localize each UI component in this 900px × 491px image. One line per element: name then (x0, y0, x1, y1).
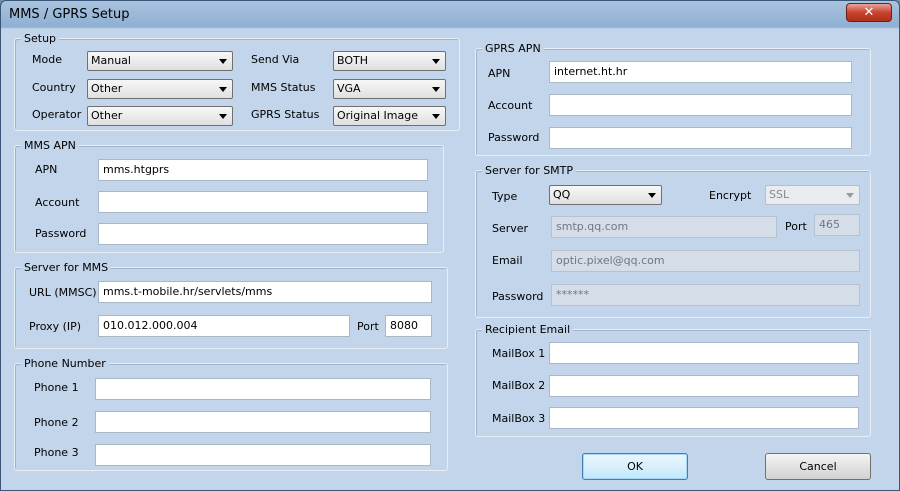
setup-group: Setup Mode Manual Country Other Operator… (14, 32, 460, 131)
encrypt-select-value: SSL (769, 188, 790, 201)
dialog-client-area: Setup Mode Manual Country Other Operator… (8, 29, 892, 485)
mms-gprs-setup-window: MMS / GPRS Setup ✕ Setup Mode Manual Cou… (0, 0, 900, 491)
chevron-down-icon (219, 114, 227, 119)
mms-status-label: MMS Status (251, 81, 316, 94)
server-smtp-legend: Server for SMTP (482, 164, 577, 177)
chevron-down-icon (219, 87, 227, 92)
smtp-type-select[interactable]: QQ (549, 185, 662, 205)
mailbox1-label: MailBox 1 (492, 347, 546, 360)
proxy-ip-input[interactable]: 010.012.000.004 (98, 315, 350, 337)
gprs-password-label: Password (488, 131, 540, 144)
gprs-account-label: Account (488, 99, 533, 112)
phone3-label: Phone 3 (34, 446, 79, 459)
mms-account-label: Account (35, 196, 80, 209)
mms-apn-legend: MMS APN (21, 139, 79, 152)
server-mms-group: Server for MMS URL (MMSC) mms.t-mobile.h… (14, 261, 448, 349)
operator-select-value: Other (91, 109, 123, 122)
chevron-down-icon (432, 59, 440, 64)
send-via-select[interactable]: BOTH (333, 51, 446, 71)
window-title: MMS / GPRS Setup (9, 7, 130, 22)
server-mms-legend: Server for MMS (21, 261, 112, 274)
country-label: Country (32, 81, 76, 94)
close-button[interactable]: ✕ (846, 3, 892, 22)
mms-status-select[interactable]: VGA (333, 79, 446, 99)
mms-password-label: Password (35, 227, 87, 240)
mms-password-input[interactable] (98, 223, 428, 245)
mms-account-input[interactable] (98, 191, 428, 213)
mailbox2-input[interactable] (549, 375, 859, 397)
gprs-apn-legend: GPRS APN (482, 42, 544, 55)
send-via-select-value: BOTH (337, 54, 369, 67)
phone1-input[interactable] (95, 378, 431, 400)
mode-select-value: Manual (91, 54, 131, 67)
mms-apn-label: APN (35, 163, 58, 176)
gprs-status-select-value: Original Image (337, 109, 418, 122)
gprs-apn-input[interactable]: internet.ht.hr (549, 61, 852, 83)
smtp-password-label: Password (492, 290, 544, 303)
phone2-input[interactable] (95, 411, 431, 433)
phone2-label: Phone 2 (34, 416, 79, 429)
mailbox3-label: MailBox 3 (492, 412, 546, 425)
mode-label: Mode (32, 53, 62, 66)
smtp-email-input[interactable]: optic.pixel@qq.com (551, 250, 860, 272)
mms-apn-group: MMS APN APN mms.htgprs Account Password (14, 139, 444, 253)
recipient-email-legend: Recipient Email (482, 323, 574, 336)
smtp-port-label: Port (785, 220, 807, 233)
encrypt-label: Encrypt (709, 189, 752, 202)
proxy-ip-label: Proxy (IP) (29, 320, 82, 333)
phone-number-legend: Phone Number (21, 357, 109, 370)
smtp-email-label: Email (492, 254, 523, 267)
country-select-value: Other (91, 82, 123, 95)
smtp-server-input[interactable]: smtp.qq.com (551, 216, 777, 238)
phone3-input[interactable] (95, 444, 431, 466)
gprs-status-label: GPRS Status (251, 108, 320, 121)
mms-apn-input[interactable]: mms.htgprs (98, 159, 428, 181)
encrypt-select[interactable]: SSL (765, 185, 860, 205)
mailbox3-input[interactable] (549, 407, 859, 429)
smtp-type-select-value: QQ (553, 188, 571, 201)
smtp-password-input[interactable]: ****** (551, 284, 860, 306)
gprs-apn-label: APN (488, 67, 511, 80)
smtp-port-input[interactable]: 465 (814, 214, 860, 236)
close-icon: ✕ (863, 5, 875, 20)
chevron-down-icon (846, 193, 854, 198)
mode-select[interactable]: Manual (87, 51, 233, 71)
smtp-type-label: Type (492, 190, 518, 203)
server-smtp-group: Server for SMTP Type QQ Encrypt SSL Serv… (475, 164, 871, 318)
mms-port-input[interactable]: 8080 (385, 315, 432, 337)
smtp-server-label: Server (492, 222, 529, 235)
gprs-status-select[interactable]: Original Image (333, 106, 446, 126)
chevron-down-icon (432, 114, 440, 119)
title-bar[interactable]: MMS / GPRS Setup ✕ (1, 1, 899, 29)
send-via-label: Send Via (251, 53, 300, 66)
cancel-button[interactable]: Cancel (765, 453, 871, 480)
gprs-apn-group: GPRS APN APN internet.ht.hr Account Pass… (475, 42, 871, 156)
chevron-down-icon (432, 87, 440, 92)
gprs-password-input[interactable] (549, 127, 852, 149)
chevron-down-icon (219, 59, 227, 64)
url-mmsc-input[interactable]: mms.t-mobile.hr/servlets/mms (98, 281, 432, 303)
url-mmsc-label: URL (MMSC) (29, 286, 97, 299)
mailbox1-input[interactable] (549, 342, 859, 364)
recipient-email-group: Recipient Email MailBox 1 MailBox 2 Mail… (475, 323, 871, 437)
phone1-label: Phone 1 (34, 381, 79, 394)
operator-label: Operator (32, 108, 82, 121)
country-select[interactable]: Other (87, 79, 233, 99)
ok-button[interactable]: OK (582, 453, 688, 480)
setup-legend: Setup (21, 32, 60, 45)
phone-number-group: Phone Number Phone 1 Phone 2 Phone 3 (14, 357, 448, 471)
mms-port-label: Port (357, 320, 379, 333)
mms-status-select-value: VGA (337, 82, 361, 95)
gprs-account-input[interactable] (549, 94, 852, 116)
mailbox2-label: MailBox 2 (492, 379, 546, 392)
chevron-down-icon (648, 193, 656, 198)
operator-select[interactable]: Other (87, 106, 233, 126)
